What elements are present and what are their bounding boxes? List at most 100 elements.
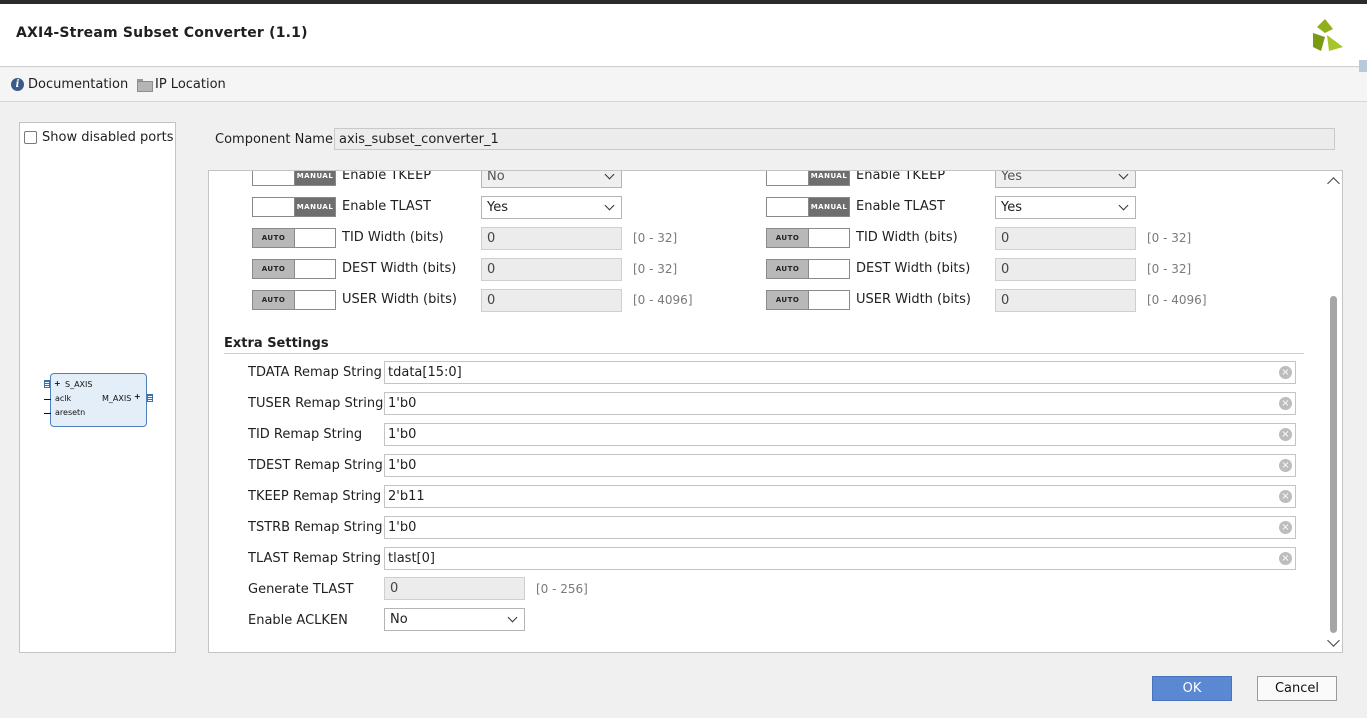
- enable-aclken-value: No: [390, 612, 408, 627]
- remap-field[interactable]: 1'b0 ×: [384, 516, 1296, 539]
- scroll-down-arrow-icon[interactable]: [1327, 634, 1340, 647]
- clear-icon[interactable]: ×: [1279, 459, 1292, 472]
- generate-tlast-label: Generate TLAST: [248, 582, 354, 597]
- enable-aclken-select[interactable]: No: [384, 608, 525, 631]
- extra-settings-heading: Extra Settings: [224, 336, 1304, 354]
- slave-toggle-4[interactable]: AUTO: [252, 290, 336, 310]
- toggle-segment: [253, 171, 295, 185]
- toggle-segment: [809, 291, 849, 309]
- master-param-field[interactable]: 0: [995, 227, 1136, 250]
- aclk-pin: [44, 399, 51, 400]
- ok-button[interactable]: OK: [1152, 676, 1232, 701]
- slave-toggle-0[interactable]: MANUAL: [252, 171, 336, 186]
- settings-panel: MANUAL Enable TKEEP No MANUAL Enable TLAST Ye…: [208, 170, 1343, 653]
- component-name-field[interactable]: axis_subset_converter_1: [334, 128, 1335, 150]
- slave-param-field[interactable]: 0: [481, 258, 622, 281]
- toggle-segment: [767, 171, 809, 185]
- toggle-segment: AUTO: [767, 260, 809, 278]
- remap-field[interactable]: 2'b11 ×: [384, 485, 1296, 508]
- remap-label: TKEEP Remap String: [248, 489, 382, 504]
- cancel-button[interactable]: Cancel: [1257, 676, 1337, 701]
- slave-param-range: [0 - 4096]: [633, 293, 693, 307]
- show-disabled-ports-checkbox[interactable]: Show disabled ports: [24, 130, 173, 145]
- s-axis-plus-icon: +: [54, 379, 61, 388]
- clear-icon[interactable]: ×: [1279, 552, 1292, 565]
- scroll-up-arrow-icon[interactable]: [1327, 177, 1340, 190]
- slave-param-label: TID Width (bits): [342, 230, 444, 245]
- remap-label: TDEST Remap String: [248, 458, 383, 473]
- slave-toggle-3[interactable]: AUTO: [252, 259, 336, 279]
- master-toggle-3[interactable]: AUTO: [766, 259, 850, 279]
- show-disabled-ports-label: Show disabled ports: [42, 130, 174, 145]
- documentation-label: Documentation: [28, 77, 129, 92]
- master-toggle-0[interactable]: MANUAL: [766, 171, 850, 186]
- master-param-label: Enable TKEEP: [856, 170, 946, 183]
- master-param-field[interactable]: 0: [995, 289, 1136, 312]
- master-param-range: [0 - 32]: [1147, 231, 1192, 245]
- chevron-down-icon: [604, 200, 615, 211]
- select-value: Yes: [1001, 200, 1022, 215]
- remap-label: TUSER Remap String: [248, 396, 384, 411]
- select-value: Yes: [487, 200, 508, 215]
- toggle-segment: AUTO: [253, 291, 295, 309]
- clear-icon[interactable]: ×: [1279, 490, 1292, 503]
- clear-icon[interactable]: ×: [1279, 366, 1292, 379]
- documentation-bar: i Documentation IP Location: [0, 68, 1367, 102]
- component-name-label: Component Name: [215, 132, 333, 147]
- folder-icon: [137, 79, 153, 92]
- remap-value: 1'b0: [388, 396, 417, 411]
- slave-param-label: DEST Width (bits): [342, 261, 457, 276]
- slave-param-select[interactable]: No: [481, 171, 622, 188]
- remap-field[interactable]: tlast[0] ×: [384, 547, 1296, 570]
- clear-icon[interactable]: ×: [1279, 397, 1292, 410]
- toggle-segment: [253, 198, 295, 216]
- clear-icon[interactable]: ×: [1279, 428, 1292, 441]
- toggle-segment: AUTO: [767, 229, 809, 247]
- remap-value: 2'b11: [388, 489, 425, 504]
- xilinx-logo-icon: [1313, 19, 1343, 51]
- title-bar: AXI4-Stream Subset Converter (1.1): [0, 4, 1367, 67]
- ip-location-label: IP Location: [155, 77, 226, 92]
- master-param-label: DEST Width (bits): [856, 261, 971, 276]
- clear-icon[interactable]: ×: [1279, 521, 1292, 534]
- slave-toggle-1[interactable]: MANUAL: [252, 197, 336, 217]
- remap-label: TLAST Remap String: [248, 551, 381, 566]
- master-toggle-2[interactable]: AUTO: [766, 228, 850, 248]
- documentation-link[interactable]: i Documentation: [11, 77, 128, 92]
- master-toggle-4[interactable]: AUTO: [766, 290, 850, 310]
- toggle-segment: MANUAL: [295, 198, 335, 216]
- toggle-segment: MANUAL: [809, 171, 849, 185]
- remap-value: 1'b0: [388, 458, 417, 473]
- slave-param-range: [0 - 32]: [633, 231, 678, 245]
- remap-field[interactable]: 1'b0 ×: [384, 392, 1296, 415]
- toggle-segment: [767, 198, 809, 216]
- toggle-segment: AUTO: [767, 291, 809, 309]
- slave-param-label: Enable TKEEP: [342, 170, 432, 183]
- master-param-select[interactable]: Yes: [995, 196, 1136, 219]
- master-param-label: Enable TLAST: [856, 199, 945, 214]
- vertical-scrollbar-thumb[interactable]: [1330, 296, 1337, 633]
- master-param-select[interactable]: Yes: [995, 171, 1136, 188]
- remap-field[interactable]: 1'b0 ×: [384, 423, 1296, 446]
- toggle-segment: [809, 260, 849, 278]
- slave-param-field[interactable]: 0: [481, 289, 622, 312]
- info-icon: i: [11, 78, 24, 91]
- checkbox-box[interactable]: [24, 131, 37, 144]
- m-axis-plus-icon: +: [134, 392, 141, 401]
- ip-location-link[interactable]: IP Location: [137, 77, 226, 92]
- remap-value: tdata[15:0]: [388, 365, 462, 380]
- generate-tlast-field[interactable]: 0: [384, 577, 525, 600]
- slave-toggle-2[interactable]: AUTO: [252, 228, 336, 248]
- chevron-down-icon: [1118, 200, 1129, 211]
- master-param-range: [0 - 4096]: [1147, 293, 1207, 307]
- master-param-field[interactable]: 0: [995, 258, 1136, 281]
- port-s-axis: S_AXIS: [65, 380, 93, 389]
- remap-field[interactable]: 1'b0 ×: [384, 454, 1296, 477]
- remap-field[interactable]: tdata[15:0] ×: [384, 361, 1296, 384]
- master-toggle-1[interactable]: MANUAL: [766, 197, 850, 217]
- slave-param-select[interactable]: Yes: [481, 196, 622, 219]
- slave-param-label: Enable TLAST: [342, 199, 431, 214]
- toggle-segment: [295, 229, 335, 247]
- slave-param-field[interactable]: 0: [481, 227, 622, 250]
- port-aresetn: aresetn: [55, 408, 86, 417]
